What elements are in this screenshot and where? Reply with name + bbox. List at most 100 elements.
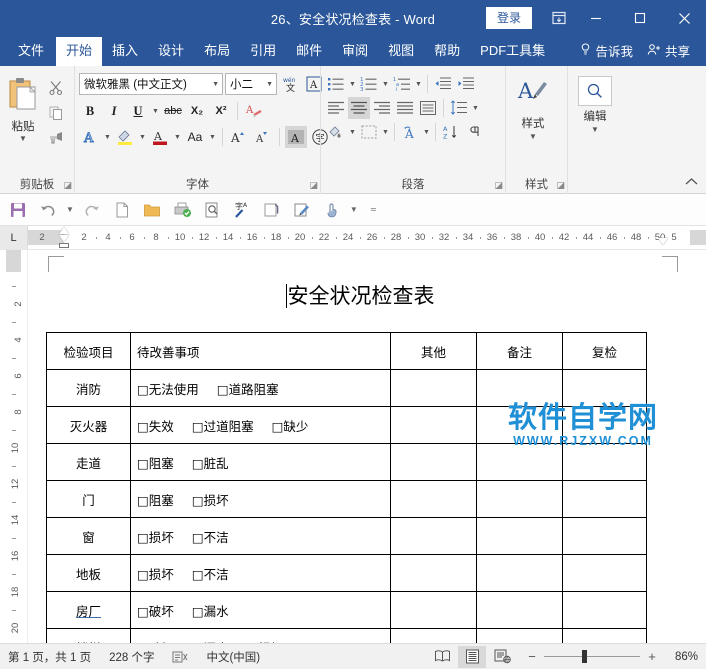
horizontal-ruler[interactable]: 2 5 2 4 6 8 10 12 14 16 18 20 22 24 26 2… <box>28 226 706 249</box>
decrease-indent-icon[interactable] <box>432 73 454 95</box>
minimize-icon[interactable] <box>574 0 618 36</box>
tab-references[interactable]: 引用 <box>240 37 286 66</box>
cell-other[interactable] <box>390 406 477 444</box>
font-name-combo[interactable]: 微软雅黑 (中文正文) ▼ <box>79 73 223 95</box>
tab-view[interactable]: 视图 <box>378 37 424 66</box>
table-row[interactable]: 灭火器 □失效 □过道阻塞 □缺少 <box>46 406 647 444</box>
checkbox-option[interactable]: □漏水 <box>192 601 229 620</box>
sort-az-icon[interactable]: AZ <box>440 121 462 143</box>
shrink-font-icon[interactable]: A <box>252 126 274 148</box>
increase-indent-icon[interactable] <box>455 73 477 95</box>
language-indicator[interactable]: 中文(中国) <box>206 649 260 665</box>
cell-item[interactable]: 走道 <box>46 443 131 481</box>
zoom-out-button[interactable]: − <box>526 649 538 664</box>
superscript-button[interactable]: X² <box>210 100 232 122</box>
cell-item[interactable]: 地板 <box>46 554 131 592</box>
close-icon[interactable] <box>662 0 706 36</box>
collapse-ribbon-chevron-icon[interactable] <box>685 177 698 189</box>
maximize-icon[interactable] <box>618 0 662 36</box>
cell-recheck[interactable] <box>562 406 647 444</box>
editing-button[interactable]: 编辑 ▼ <box>572 72 618 134</box>
clear-formatting-icon[interactable]: A <box>243 100 265 122</box>
cell-recheck[interactable] <box>562 517 647 555</box>
line-spacing-icon[interactable] <box>448 97 470 119</box>
open-folder-icon[interactable] <box>140 198 164 222</box>
align-right-icon[interactable] <box>371 97 393 119</box>
cell-recheck[interactable] <box>562 369 647 407</box>
undo-icon[interactable] <box>36 198 60 222</box>
cell-item[interactable]: 灭火器 <box>46 406 131 444</box>
bullets-caret-icon[interactable]: ▼ <box>348 81 357 88</box>
cell-note[interactable] <box>476 554 563 592</box>
checkbox-option[interactable]: □漏水 <box>192 638 229 644</box>
edit-note-icon[interactable] <box>290 198 314 222</box>
zoom-slider-track[interactable] <box>544 650 640 663</box>
first-line-indent-marker[interactable] <box>59 227 69 234</box>
phonetic-guide-icon[interactable]: wén 文 <box>279 73 301 95</box>
save-icon[interactable] <box>6 198 30 222</box>
cell-other[interactable] <box>390 480 477 518</box>
cell-item[interactable]: 窗 <box>46 517 131 555</box>
tab-stop-selector[interactable]: L <box>0 226 28 249</box>
cell-recheck[interactable] <box>562 591 647 629</box>
text-effects-icon[interactable]: A <box>79 126 101 148</box>
justify-icon[interactable] <box>394 97 416 119</box>
shading-caret-icon[interactable]: ▼ <box>348 129 357 136</box>
cell-options[interactable]: □阻塞 □损坏 <box>130 480 391 518</box>
checkbox-option[interactable]: □道路阻塞 <box>217 379 279 398</box>
checkbox-option[interactable]: □损坏 <box>137 527 174 546</box>
checkbox-option[interactable]: □损坏 <box>192 490 229 509</box>
copy-icon[interactable] <box>46 103 66 123</box>
cell-recheck[interactable] <box>562 554 647 592</box>
checkbox-option[interactable]: □阻塞 <box>137 453 174 472</box>
tell-me-button[interactable]: 告诉我 <box>574 36 641 66</box>
cell-options[interactable]: □失效 □过道阻塞 □缺少 <box>130 406 391 444</box>
cell-item[interactable]: 房厂 <box>46 591 131 629</box>
cell-other[interactable] <box>390 369 477 407</box>
grow-font-icon[interactable]: A <box>228 126 250 148</box>
cell-note[interactable] <box>476 480 563 518</box>
distribute-text-icon[interactable] <box>417 97 439 119</box>
asian-layout-icon[interactable]: A <box>399 121 421 143</box>
borders-caret-icon[interactable]: ▼ <box>381 129 390 136</box>
spelling-grammar-icon[interactable]: 字A <box>230 198 254 222</box>
change-case-caret-icon[interactable]: ▼ <box>208 134 217 141</box>
attach-file-icon[interactable] <box>260 198 284 222</box>
align-center-icon[interactable] <box>348 97 370 119</box>
checkbox-option[interactable]: □无法使用 <box>137 379 199 398</box>
multilevel-list-icon[interactable]: 1ai <box>391 73 413 95</box>
cell-recheck[interactable] <box>562 480 647 518</box>
table-row[interactable]: 门 □阻塞 □损坏 <box>46 480 647 518</box>
hanging-indent-marker[interactable] <box>59 235 69 242</box>
font-color-caret-icon[interactable]: ▼ <box>173 134 182 141</box>
line-spacing-caret-icon[interactable]: ▼ <box>471 105 480 112</box>
checkbox-option[interactable]: □损坏 <box>137 564 174 583</box>
paste-dropdown-caret-icon[interactable]: ▼ <box>19 135 27 143</box>
checkbox-option[interactable]: □阻塞 <box>137 490 174 509</box>
styles-dropdown-caret-icon[interactable]: ▼ <box>529 133 537 141</box>
document-scroll-area[interactable]: 安全状况检查表 检验项目 待改善事项 其他 备注 复检 消防 □无法使用 □道路… <box>28 250 706 643</box>
tab-pdf-tools[interactable]: PDF工具集 <box>470 37 555 66</box>
checkbox-option[interactable]: □不洁 <box>192 564 229 583</box>
paragraph-shading-icon[interactable] <box>325 121 347 143</box>
undo-dropdown-caret-icon[interactable]: ▼ <box>66 205 74 214</box>
cell-note[interactable] <box>476 517 563 555</box>
sign-in-button[interactable]: 登录 <box>485 7 532 29</box>
zoom-level-label[interactable]: 86% <box>664 651 698 663</box>
character-shading-icon[interactable]: A <box>285 126 307 148</box>
print-layout-icon[interactable] <box>458 645 486 668</box>
format-painter-icon[interactable] <box>46 128 66 148</box>
font-size-combo[interactable]: 小二 ▼ <box>225 73 277 95</box>
table-row[interactable]: 走道 □阻塞 □脏乱 <box>46 443 647 481</box>
web-layout-icon[interactable] <box>488 646 516 668</box>
checkbox-option[interactable]: □破坏 <box>137 601 174 620</box>
show-formatting-marks-icon[interactable] <box>463 121 485 143</box>
highlight-caret-icon[interactable]: ▼ <box>138 134 147 141</box>
cell-recheck[interactable] <box>562 628 647 643</box>
borders-icon[interactable] <box>358 121 380 143</box>
chevron-down-icon[interactable]: ▼ <box>262 81 273 88</box>
cell-options[interactable]: □阻塞 □脏乱 <box>130 443 391 481</box>
tab-help[interactable]: 帮助 <box>424 37 470 66</box>
cell-other[interactable] <box>390 628 477 643</box>
highlight-color-icon[interactable] <box>114 126 136 148</box>
